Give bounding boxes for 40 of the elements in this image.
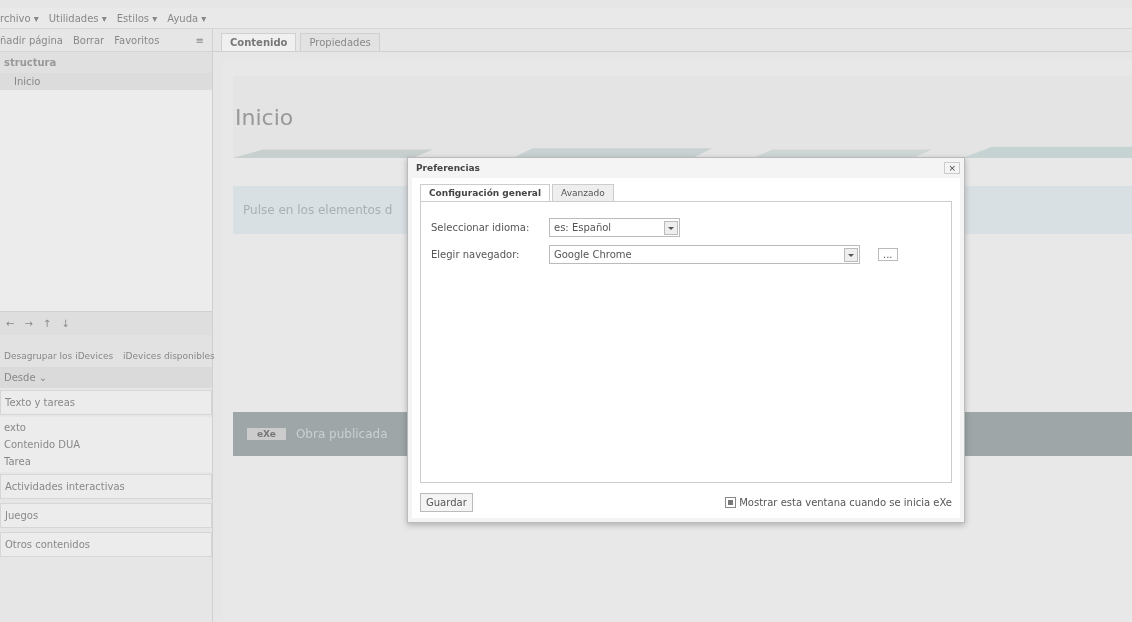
toolbar-button[interactable]: ñadir página (0, 34, 63, 46)
section-header[interactable]: Desde ⌄ (0, 367, 212, 388)
menu-item[interactable]: rchivo ▾ (0, 12, 39, 24)
tree-item[interactable]: Inicio (0, 73, 212, 90)
toolbar-button[interactable]: Borrar (72, 34, 105, 46)
idevice-item[interactable]: exto (4, 419, 208, 436)
tab[interactable]: Contenido (221, 33, 297, 51)
field-label: Seleccionar idioma: (431, 222, 531, 233)
checkbox-label: Mostrar esta ventana cuando se inicia eXe (739, 497, 952, 508)
panel-title: structura (0, 52, 212, 73)
checkbox[interactable] (725, 497, 737, 508)
toolbar-link[interactable]: iDevices disponibles (123, 351, 215, 361)
toolbar-button[interactable]: Favoritos (114, 34, 160, 46)
idevice-item[interactable]: Tarea (4, 453, 208, 470)
dropdown[interactable]: Google Chrome (549, 245, 860, 264)
tab[interactable]: Propiedades (300, 33, 380, 51)
page-title: Inicio (234, 105, 295, 132)
group-header[interactable]: Actividades interactivas (0, 474, 212, 499)
collapse-button[interactable]: ≡ (195, 34, 204, 46)
menu-item[interactable]: Ayuda ▾ (167, 12, 207, 24)
dropdown[interactable]: es: Español (549, 218, 680, 237)
logo: eXe (247, 428, 286, 440)
nav-button[interactable]: ↓ (61, 318, 70, 329)
dialog-title: Preferencias (416, 163, 480, 173)
field-label: Elegir navegador: (431, 249, 521, 260)
idevice-item[interactable]: Contenido DUA (4, 436, 208, 453)
group-header[interactable]: Juegos (0, 503, 212, 528)
tab[interactable]: Configuración general (420, 184, 551, 201)
menu-item[interactable]: Utilidades ▾ (48, 12, 107, 24)
save-button[interactable]: Guardar (420, 493, 473, 512)
group-header[interactable]: Texto y tareas (0, 390, 212, 415)
nav-button[interactable]: ↑ (42, 318, 52, 329)
nav-button[interactable]: → (24, 318, 33, 329)
close-button[interactable]: × (944, 162, 960, 174)
tab[interactable]: Avanzado (552, 184, 614, 201)
group-header[interactable]: Otros contenidos (0, 532, 212, 557)
toolbar-link[interactable]: Desagrupar los iDevices (4, 351, 114, 361)
browse-button[interactable]: ... (878, 248, 898, 261)
menu-item[interactable]: Estilos ▾ (116, 12, 158, 24)
nav-button[interactable]: ← (6, 318, 15, 329)
